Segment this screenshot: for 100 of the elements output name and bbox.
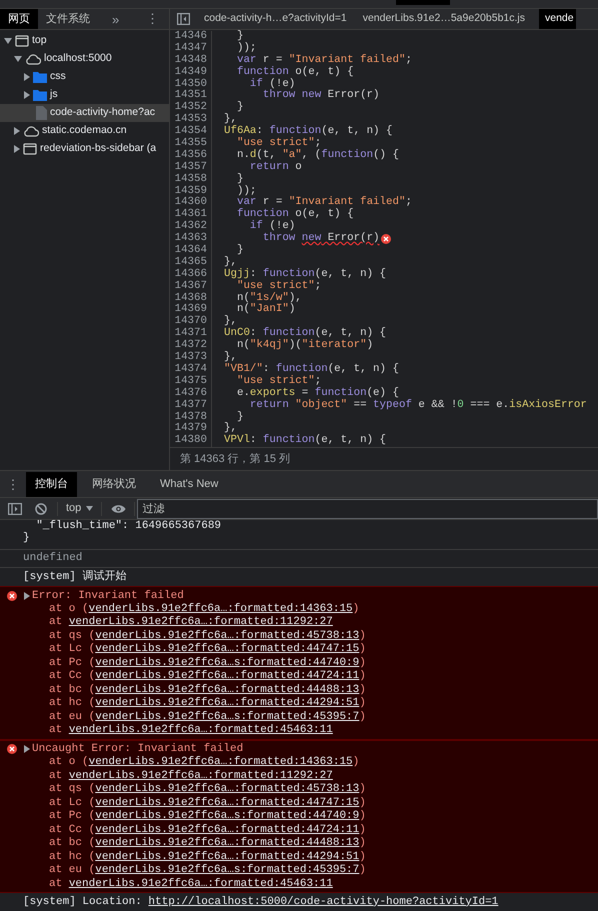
tree-item[interactable]: redeviation-bs-sidebar (a <box>0 140 169 158</box>
tree-item[interactable]: top <box>0 32 169 50</box>
source-link[interactable]: venderLibs.91e2ffc6a…s:formatted:45395:7 <box>95 710 360 722</box>
source-link[interactable]: http://localhost:5000/code-activity-home?activityId=1 <box>148 896 498 908</box>
code-line: } <box>236 31 244 42</box>
menu-button[interactable]: ⋮ <box>144 9 161 29</box>
console-text: } <box>22 532 30 544</box>
tree-item[interactable]: js <box>0 86 169 104</box>
stack-frame: at venderLibs.91e2ffc6a…:formatted:11292:27 <box>0 616 333 630</box>
frame-icon <box>15 35 29 47</box>
line-number: 14369 <box>170 304 212 316</box>
sidebar-toggle-icon[interactable] <box>8 502 22 514</box>
line-number: 14359 <box>170 186 212 198</box>
tree-item[interactable]: css <box>0 68 169 86</box>
frame-icon <box>23 143 37 155</box>
collapsed-triangle-icon[interactable] <box>24 73 30 81</box>
line-number: 14354 <box>170 126 212 138</box>
code-line: UnC0: function(e, t, n) { <box>224 328 386 340</box>
source-link[interactable]: venderLibs.91e2ffc6a…:formatted:44294:51 <box>95 850 360 862</box>
filter-field[interactable]: 过滤 <box>137 498 598 518</box>
line-number: 14377 <box>170 400 212 412</box>
source-link[interactable]: venderLibs.91e2ffc6a…s:formatted:44740:9 <box>95 810 360 822</box>
folder-icon <box>33 89 47 101</box>
line-number: 14372 <box>170 340 212 352</box>
line-number: 14350 <box>170 78 212 90</box>
source-link[interactable]: venderLibs.91e2ffc6a…:formatted:14363:15 <box>88 756 353 768</box>
source-link[interactable]: venderLibs.91e2ffc6a…:formatted:44724:11 <box>95 824 360 836</box>
source-link[interactable]: venderLibs.91e2ffc6a…s:formatted:44740:9 <box>95 656 360 668</box>
stack-frame: at Lc (venderLibs.91e2ffc6a…:formatted:44747:15) <box>0 643 366 656</box>
line-number: 14357 <box>170 162 212 174</box>
code-line: Ugjj: function(e, t, n) { <box>224 268 386 280</box>
error-icon <box>7 590 17 601</box>
context-selector[interactable]: top <box>66 500 94 517</box>
source-link[interactable]: venderLibs.91e2ffc6a…:formatted:45738:13 <box>95 783 360 795</box>
stack-frame: at Lc (venderLibs.91e2ffc6a…:formatted:44747:15) <box>0 796 366 810</box>
tree-item[interactable]: static.codemao.cn <box>0 122 169 140</box>
line-number: 14360 <box>170 197 212 210</box>
code-line: n.d(t, "a", (function() { <box>236 150 399 162</box>
code-line: )); <box>236 186 256 198</box>
source-link[interactable]: venderLibs.91e2ffc6a…:formatted:14363:15 <box>88 602 353 614</box>
collapsed-triangle-icon[interactable] <box>24 745 30 754</box>
caret-icon <box>86 506 94 511</box>
source-link[interactable]: venderLibs.91e2ffc6a…:formatted:44488:13 <box>95 684 360 696</box>
source-link[interactable]: venderLibs.91e2ffc6a…:formatted:45463:11 <box>68 878 333 890</box>
tree-item[interactable]: localhost:5000 <box>0 50 169 68</box>
navigator-tab[interactable]: 网页 <box>0 9 38 29</box>
line-number: 14367 <box>170 280 212 293</box>
line-number: 14379 <box>170 423 212 436</box>
drawer-tab[interactable]: 网络状况 <box>83 472 145 497</box>
stack-frame: at eu (venderLibs.91e2ffc6a…s:formatted:45395:7) <box>0 864 366 878</box>
editor-tab[interactable]: venderLibs.91e2…5a9e20b5b1c.js <box>354 9 533 29</box>
code-line: "use strict"; <box>236 376 322 387</box>
expanded-triangle-icon[interactable] <box>4 38 12 44</box>
editor-tab[interactable]: vende <box>539 9 576 29</box>
code-line: Uf6Aa: function(e, t, n) { <box>224 126 392 138</box>
expanded-triangle-icon[interactable] <box>14 56 22 62</box>
navigator-tab[interactable]: 文件系统 <box>38 9 98 29</box>
stack-frame: at venderLibs.91e2ffc6a…:formatted:45463:11 <box>0 878 333 891</box>
code-line: function o(e, t) { <box>236 209 354 220</box>
stack-frame: at Cc (venderLibs.91e2ffc6a…:formatted:44724:11) <box>0 824 366 837</box>
editor-tab[interactable]: code-activity-h…e?activityId=1 <box>196 9 355 29</box>
source-link[interactable]: venderLibs.91e2ffc6a…s:formatted:45395:7 <box>95 864 360 876</box>
line-number: 14378 <box>170 412 212 424</box>
collapsed-triangle-icon[interactable] <box>24 91 30 99</box>
error-message: Uncaught Error: Invariant failed <box>32 742 244 756</box>
stack-frame: at eu (venderLibs.91e2ffc6a…s:formatted:45395:7) <box>0 710 366 724</box>
source-link[interactable]: venderLibs.91e2ffc6a…:formatted:44747:15 <box>95 643 360 655</box>
code-line: "use strict"; <box>236 138 322 150</box>
line-number: 14362 <box>170 221 212 234</box>
clear-console-icon[interactable] <box>35 502 47 514</box>
collapsed-triangle-icon[interactable] <box>14 127 20 135</box>
eye-icon[interactable] <box>111 504 126 514</box>
source-link[interactable]: venderLibs.91e2ffc6a…:formatted:44488:13 <box>95 837 360 849</box>
source-link[interactable]: venderLibs.91e2ffc6a…:formatted:44294:51 <box>95 697 360 709</box>
code-line: n("1s/w"), <box>236 292 302 304</box>
more-tabs-button[interactable]: » <box>108 9 124 29</box>
drawer-tab[interactable]: What's New <box>151 472 228 497</box>
code-line: var r = "Invariant failed"; <box>236 197 412 208</box>
stack-frame: at bc (venderLibs.91e2ffc6a…:formatted:44488:13) <box>0 837 366 850</box>
collapsed-triangle-icon[interactable] <box>24 592 30 600</box>
code-line: throw new Error(r) <box>262 233 380 246</box>
source-link[interactable]: venderLibs.91e2ffc6a…:formatted:45738:13 <box>95 630 360 642</box>
source-link[interactable]: venderLibs.91e2ffc6a…:formatted:44724:11 <box>95 670 360 682</box>
code-line: e.exports = function(e) { <box>236 388 399 399</box>
source-link[interactable]: venderLibs.91e2ffc6a…:formatted:11292:27 <box>68 770 333 782</box>
menu-button[interactable]: ⋮ <box>0 472 26 497</box>
code-line: return o <box>248 162 302 174</box>
line-number: 14348 <box>170 54 212 67</box>
collapsed-triangle-icon[interactable] <box>14 145 20 153</box>
source-link[interactable]: venderLibs.91e2ffc6a…:formatted:11292:27 <box>68 616 333 628</box>
code-line: }, <box>224 423 237 434</box>
sidebar-toggle-icon[interactable] <box>177 13 190 25</box>
stack-frame: at Pc (venderLibs.91e2ffc6a…s:formatted:44740:9) <box>0 656 366 670</box>
source-link[interactable]: venderLibs.91e2ffc6a…:formatted:45463:11 <box>68 724 333 736</box>
code-line: "VB1/": function(e, t, n) { <box>224 364 399 375</box>
line-number: 14375 <box>170 376 212 388</box>
drawer-tab[interactable]: 控制台 <box>26 472 77 497</box>
tree-item[interactable]: code-activity-home?ac <box>0 104 169 122</box>
line-number: 14349 <box>170 66 212 79</box>
source-link[interactable]: venderLibs.91e2ffc6a…:formatted:44747:15 <box>95 796 360 808</box>
